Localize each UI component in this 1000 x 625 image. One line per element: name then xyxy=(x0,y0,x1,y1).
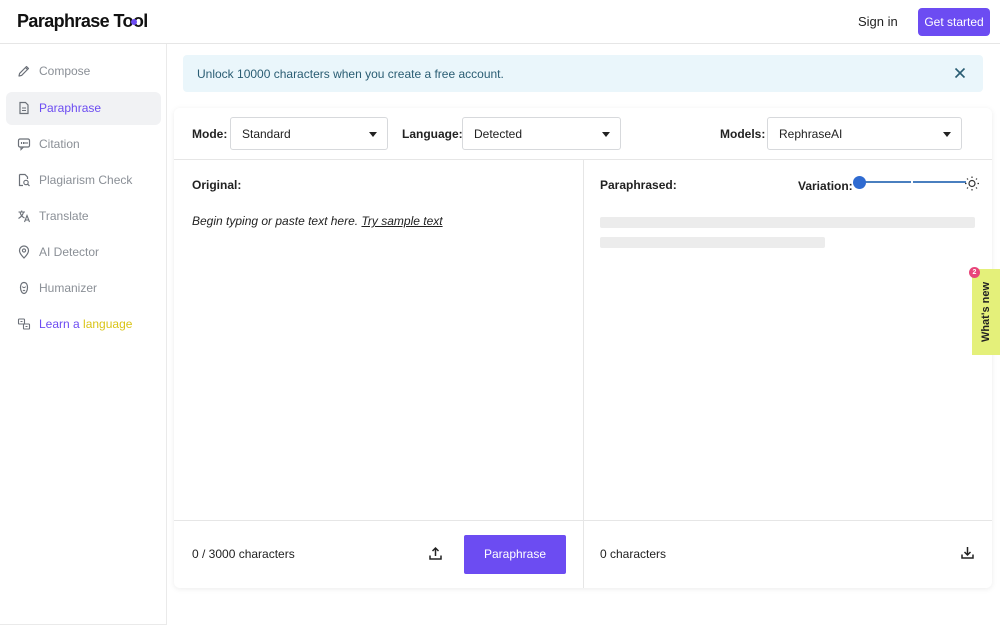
mode-select[interactable]: Standard xyxy=(230,117,388,150)
variation-slider-handle[interactable] xyxy=(853,176,866,189)
logo-dot xyxy=(131,19,137,25)
paraphrase-panel: Mode: Standard Language: Detected Models… xyxy=(174,108,992,588)
sidebar-item-learn-a-language[interactable]: Learn a language xyxy=(6,308,161,341)
learn-label-part2: language xyxy=(83,317,133,331)
paraphrased-char-count: 0 characters xyxy=(600,547,667,561)
sign-in-link[interactable]: Sign in xyxy=(858,14,898,29)
caret-down-icon xyxy=(369,132,377,137)
download-icon[interactable] xyxy=(960,545,975,560)
sidebar-item-label: Paraphrase xyxy=(39,101,102,115)
paraphrased-label: Paraphrased: xyxy=(600,178,677,192)
mode-value: Standard xyxy=(242,127,291,141)
caret-down-icon xyxy=(943,132,951,137)
sidebar-item-label: Translate xyxy=(39,209,89,223)
slider-tick xyxy=(911,181,913,183)
pencil-icon xyxy=(17,64,31,78)
banner-text: Unlock 10000 characters when you create … xyxy=(197,67,504,81)
input-placeholder: Begin typing or paste text here. xyxy=(192,214,359,228)
models-select[interactable]: RephraseAI xyxy=(767,117,962,150)
learn-label-part1: Learn a xyxy=(39,317,84,331)
language-value: Detected xyxy=(474,127,523,141)
divider xyxy=(174,520,992,521)
language-icon xyxy=(17,317,31,331)
variation-label: Variation: xyxy=(798,179,853,193)
sidebar-item-label: Compose xyxy=(39,64,91,78)
try-sample-text-link[interactable]: Try sample text xyxy=(361,214,442,228)
notification-badge: 2 xyxy=(969,267,980,278)
quote-icon xyxy=(17,137,31,151)
divider xyxy=(583,160,584,588)
language-label: Language: xyxy=(402,127,463,141)
models-label: Models: xyxy=(720,127,766,141)
sidebar-item-paraphrase[interactable]: Paraphrase xyxy=(6,92,161,125)
original-label: Original: xyxy=(192,178,242,192)
sidebar-item-label: Humanizer xyxy=(39,281,98,295)
ai-detector-icon xyxy=(17,245,31,259)
sidebar: Compose Paraphrase Citation Plagiarism C… xyxy=(0,44,167,625)
signup-banner: Unlock 10000 characters when you create … xyxy=(183,55,983,92)
loading-skeleton-line xyxy=(600,237,825,248)
sidebar-item-label: Learn a language xyxy=(39,317,132,331)
top-bar: Paraphrase Tool Sign in Get started xyxy=(0,0,1000,44)
sidebar-item-label: AI Detector xyxy=(39,245,100,259)
paraphrase-button[interactable]: Paraphrase xyxy=(464,535,566,574)
language-select[interactable]: Detected xyxy=(462,117,621,150)
sidebar-item-translate[interactable]: Translate xyxy=(6,200,161,233)
sidebar-item-ai-detector[interactable]: AI Detector xyxy=(6,236,161,269)
sidebar-item-citation[interactable]: Citation xyxy=(6,128,161,161)
sun-icon xyxy=(964,175,980,191)
get-started-button[interactable]: Get started xyxy=(918,8,990,36)
logo[interactable]: Paraphrase Tool xyxy=(17,11,148,32)
original-char-count: 0 / 3000 characters xyxy=(192,547,295,561)
mode-label: Mode: xyxy=(192,127,228,141)
document-search-icon xyxy=(17,173,31,187)
sidebar-item-compose[interactable]: Compose xyxy=(6,55,161,88)
translate-icon xyxy=(17,209,31,223)
document-icon xyxy=(17,101,31,115)
humanizer-icon xyxy=(17,281,31,295)
sidebar-item-label: Plagiarism Check xyxy=(39,173,133,187)
close-icon[interactable] xyxy=(953,66,967,80)
sidebar-item-humanizer[interactable]: Humanizer xyxy=(6,272,161,305)
whats-new-tab[interactable]: What's new xyxy=(972,269,1000,355)
loading-skeleton-line xyxy=(600,217,975,228)
sidebar-item-label: Citation xyxy=(39,137,80,151)
original-input[interactable]: Begin typing or paste text here. Try sam… xyxy=(192,214,443,228)
sidebar-item-plagiarism-check[interactable]: Plagiarism Check xyxy=(6,164,161,197)
upload-icon[interactable] xyxy=(428,546,443,561)
caret-down-icon xyxy=(602,132,610,137)
models-value: RephraseAI xyxy=(779,127,843,141)
whats-new-label: What's new xyxy=(980,281,992,343)
